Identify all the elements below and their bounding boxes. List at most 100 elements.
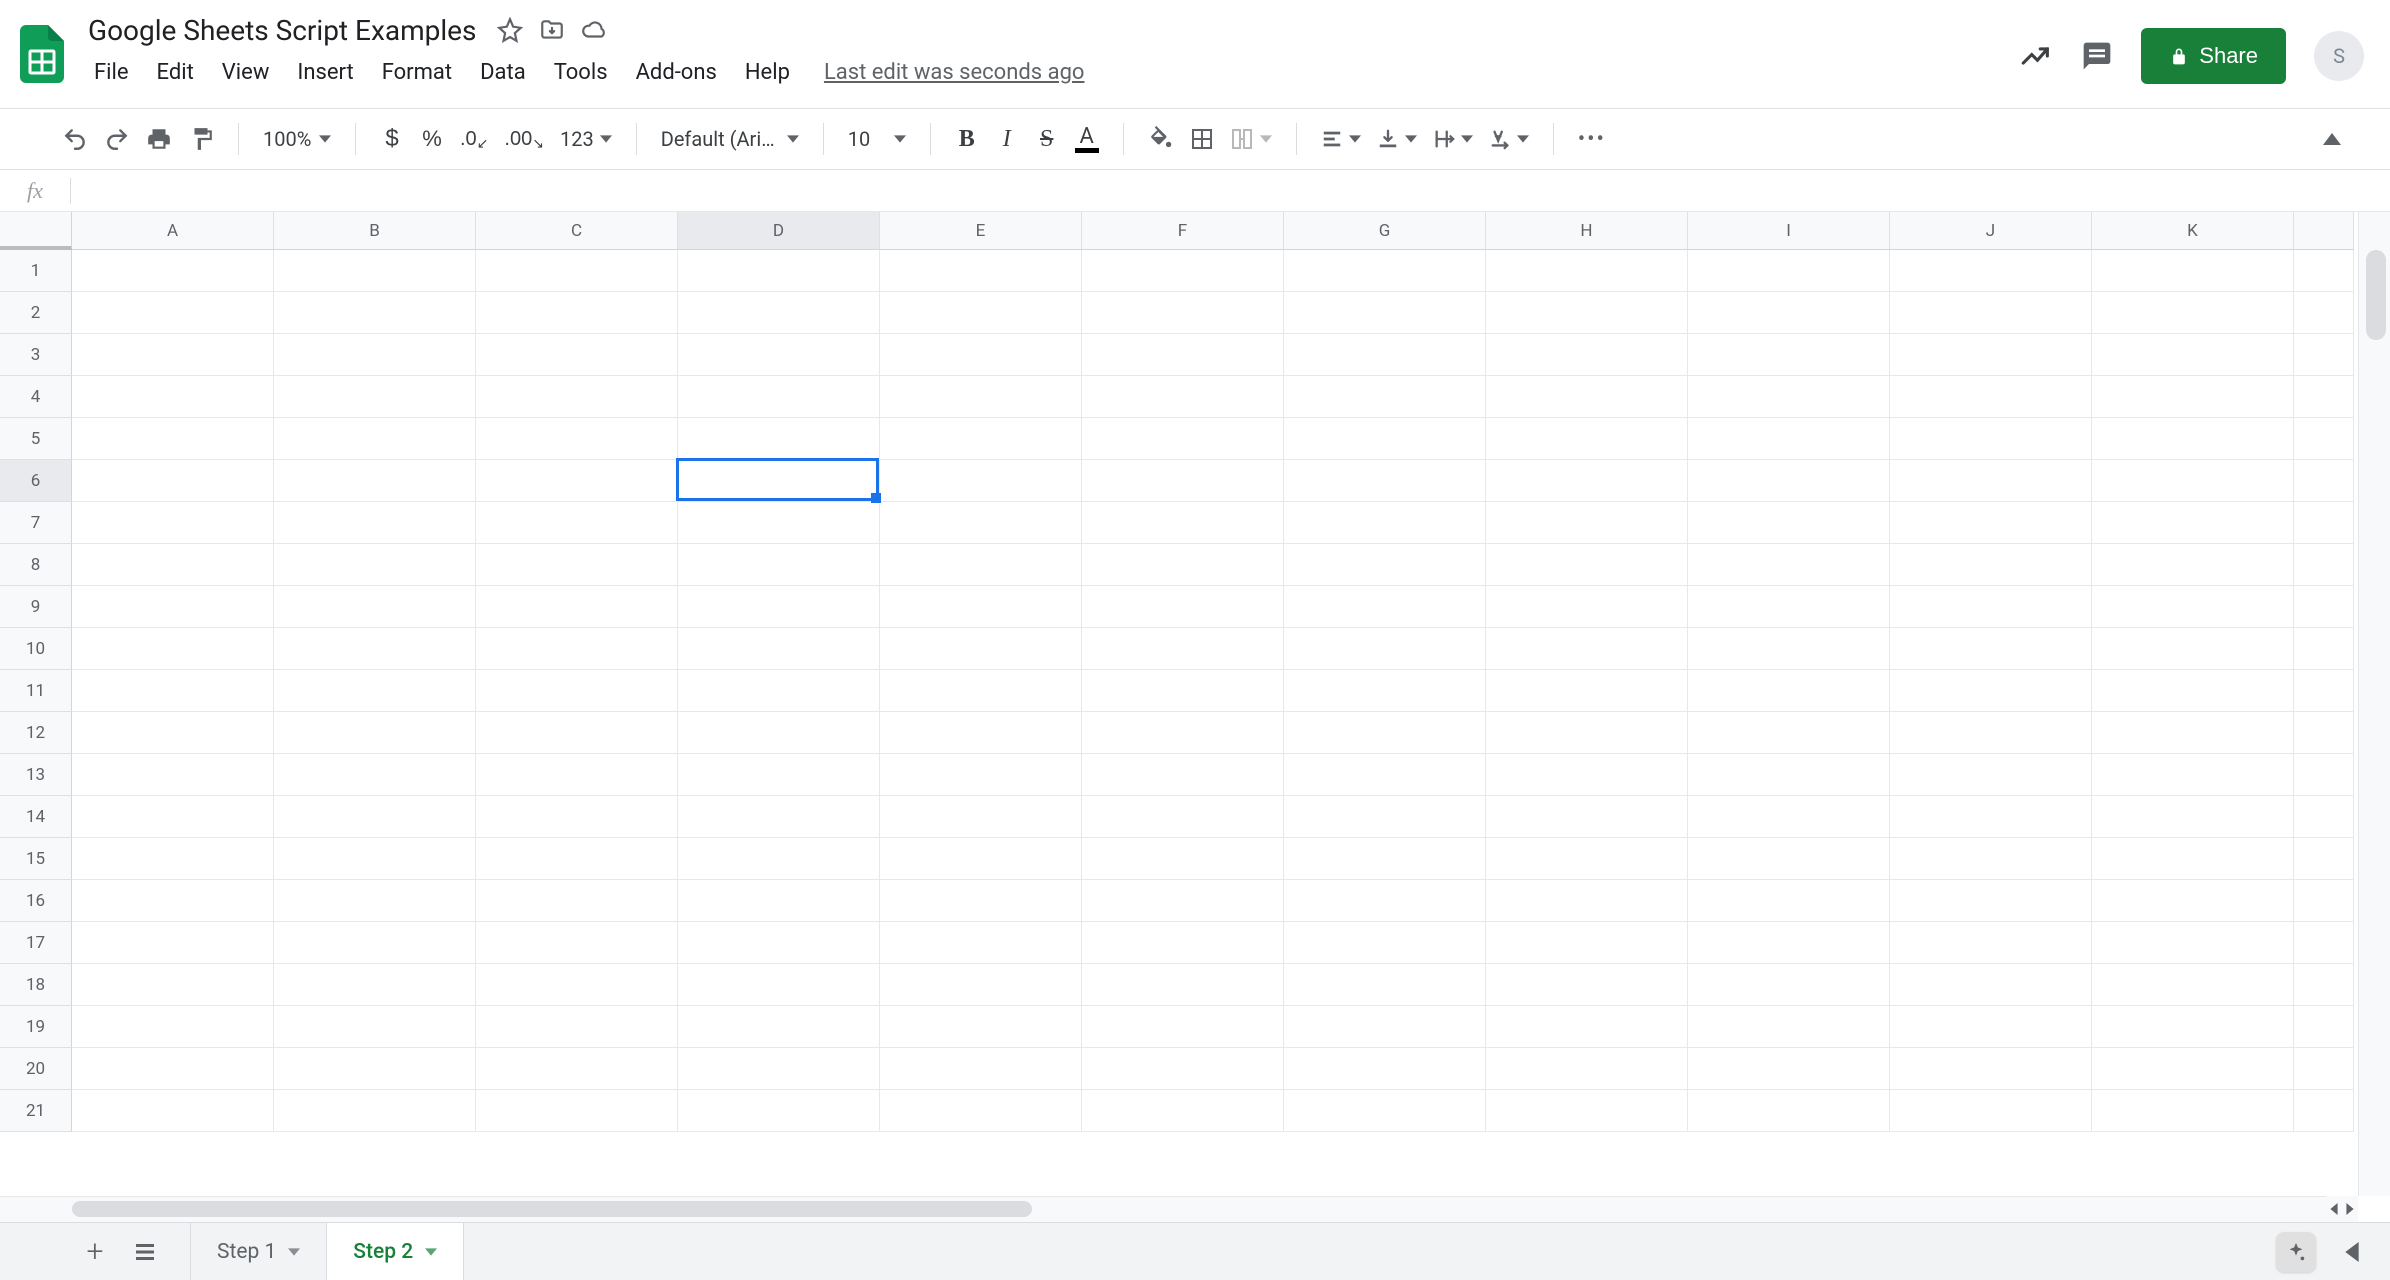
cell[interactable] (1082, 922, 1284, 964)
cell[interactable] (2294, 628, 2354, 670)
cell[interactable] (1486, 544, 1688, 586)
activity-trend-icon[interactable] (2019, 39, 2053, 73)
vertical-scrollbar[interactable] (2358, 212, 2390, 1196)
column-header[interactable]: B (274, 212, 476, 250)
cell[interactable] (1688, 544, 1890, 586)
text-wrap-dropdown[interactable] (1427, 128, 1479, 150)
cell[interactable] (274, 460, 476, 502)
cell[interactable] (1890, 334, 2092, 376)
all-sheets-button[interactable] (120, 1223, 170, 1280)
cell[interactable] (880, 922, 1082, 964)
cell[interactable] (2092, 1048, 2294, 1090)
cell[interactable] (678, 964, 880, 1006)
cell[interactable] (1284, 712, 1486, 754)
cell[interactable] (2294, 250, 2354, 292)
cell[interactable] (2294, 544, 2354, 586)
cell[interactable] (1486, 922, 1688, 964)
cell[interactable] (1688, 418, 1890, 460)
cell[interactable] (274, 292, 476, 334)
row-header[interactable]: 4 (0, 376, 72, 418)
cell[interactable] (678, 670, 880, 712)
cloud-status-icon[interactable] (580, 16, 608, 44)
cell[interactable] (274, 376, 476, 418)
cell[interactable] (274, 1090, 476, 1132)
scroll-right-button[interactable] (2342, 1196, 2358, 1222)
row-header[interactable]: 6 (0, 460, 72, 502)
column-header[interactable] (2294, 212, 2354, 250)
cell[interactable] (1284, 250, 1486, 292)
cell[interactable] (274, 670, 476, 712)
cell[interactable] (1890, 376, 2092, 418)
cell[interactable] (2092, 544, 2294, 586)
cell[interactable] (476, 376, 678, 418)
cells-area[interactable] (72, 250, 2358, 1196)
cell[interactable] (476, 880, 678, 922)
cell[interactable] (476, 628, 678, 670)
cell[interactable] (2294, 376, 2354, 418)
cell[interactable] (274, 1006, 476, 1048)
scroll-left-button[interactable] (2326, 1196, 2342, 1222)
cell[interactable] (678, 1006, 880, 1048)
cell[interactable] (1082, 1048, 1284, 1090)
cell[interactable] (2092, 586, 2294, 628)
cell[interactable] (1082, 502, 1284, 544)
cell[interactable] (2294, 334, 2354, 376)
cell[interactable] (1688, 712, 1890, 754)
cell[interactable] (1284, 502, 1486, 544)
cell[interactable] (678, 544, 880, 586)
cell[interactable] (1890, 502, 2092, 544)
cell[interactable] (1486, 418, 1688, 460)
cell[interactable] (1486, 1006, 1688, 1048)
cell[interactable] (880, 250, 1082, 292)
cell[interactable] (1082, 1006, 1284, 1048)
cell[interactable] (1284, 586, 1486, 628)
share-button[interactable]: Share (2141, 28, 2286, 84)
menu-help[interactable]: Help (733, 54, 802, 91)
cell[interactable] (1890, 796, 2092, 838)
cell[interactable] (880, 964, 1082, 1006)
cell[interactable] (2092, 838, 2294, 880)
cell[interactable] (2092, 334, 2294, 376)
cell[interactable] (274, 250, 476, 292)
fill-color-button[interactable] (1142, 120, 1180, 158)
cell[interactable] (1688, 838, 1890, 880)
cell[interactable] (1284, 628, 1486, 670)
cell[interactable] (72, 376, 274, 418)
cell[interactable] (274, 628, 476, 670)
cell[interactable] (72, 964, 274, 1006)
cell[interactable] (1284, 922, 1486, 964)
cell[interactable] (2294, 292, 2354, 334)
row-header[interactable]: 19 (0, 1006, 72, 1048)
row-header[interactable]: 18 (0, 964, 72, 1006)
cell[interactable] (2294, 418, 2354, 460)
cell[interactable] (880, 1048, 1082, 1090)
select-all-corner[interactable] (0, 212, 72, 250)
cell[interactable] (476, 460, 678, 502)
row-header[interactable]: 17 (0, 922, 72, 964)
cell[interactable] (1486, 460, 1688, 502)
cell[interactable] (1688, 250, 1890, 292)
paint-format-button[interactable] (182, 120, 220, 158)
cell[interactable] (2092, 964, 2294, 1006)
cell[interactable] (1890, 754, 2092, 796)
column-header[interactable]: D (678, 212, 880, 250)
cell[interactable] (72, 922, 274, 964)
caret-down-icon[interactable] (288, 1246, 300, 1258)
column-header[interactable]: A (72, 212, 274, 250)
cell[interactable] (678, 292, 880, 334)
cell[interactable] (678, 334, 880, 376)
cell[interactable] (1688, 796, 1890, 838)
borders-button[interactable] (1184, 120, 1220, 158)
row-header[interactable]: 16 (0, 880, 72, 922)
fx-icon[interactable]: fx (0, 178, 70, 204)
cell[interactable] (72, 838, 274, 880)
cell[interactable] (880, 586, 1082, 628)
cell[interactable] (1688, 1048, 1890, 1090)
vertical-align-dropdown[interactable] (1371, 128, 1423, 150)
row-header[interactable]: 15 (0, 838, 72, 880)
cell[interactable] (1890, 880, 2092, 922)
cell[interactable] (72, 670, 274, 712)
cell[interactable] (2092, 754, 2294, 796)
cell[interactable] (1688, 628, 1890, 670)
cell[interactable] (1082, 796, 1284, 838)
